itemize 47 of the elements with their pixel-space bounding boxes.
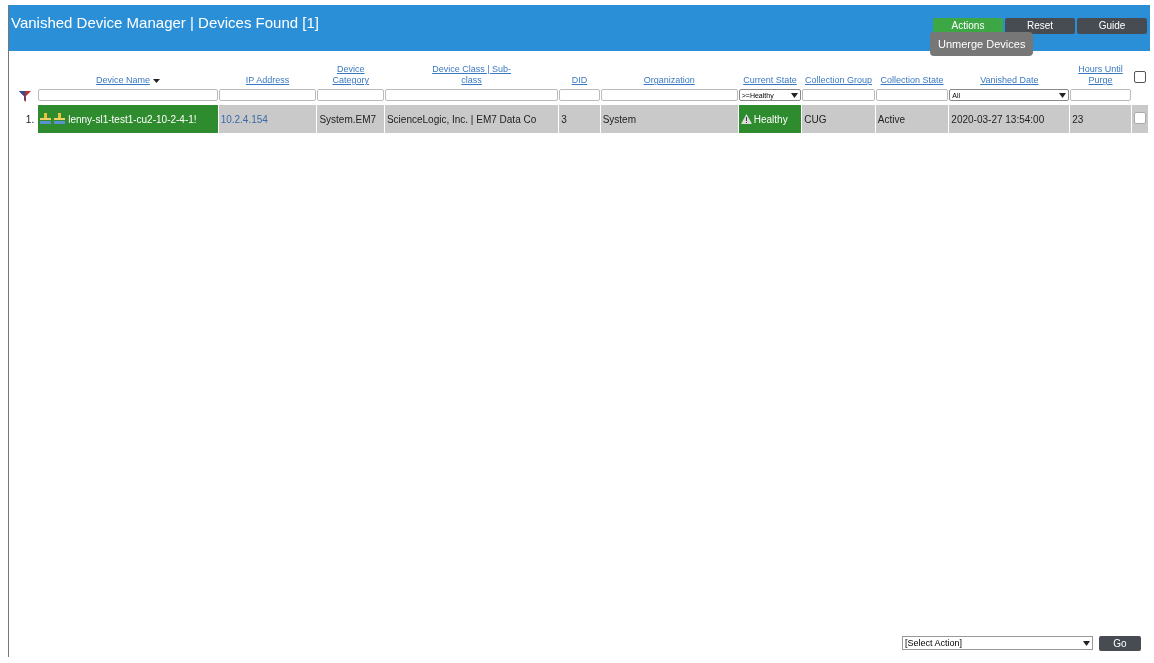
filter-field[interactable] <box>875 89 949 101</box>
column-header-link[interactable]: Organization <box>643 75 695 86</box>
select-all-checkbox[interactable] <box>1133 71 1146 83</box>
column-header-link[interactable]: Vanished Date <box>980 75 1039 86</box>
filter-field[interactable] <box>384 89 559 101</box>
filter-icon[interactable] <box>19 91 31 102</box>
column-header-link[interactable]: Device Name <box>95 75 160 86</box>
window-title: Vanished Device Manager | Devices Found [1] <box>11 14 319 31</box>
table-cell: 3 <box>561 113 567 125</box>
column-header-link[interactable]: Device Class | Sub-class <box>431 64 512 86</box>
network-device-icon <box>54 113 66 125</box>
column-header-link[interactable]: IP Address <box>245 75 290 86</box>
column-header-link[interactable]: Collection Group <box>804 75 872 86</box>
dropdown-arrow-icon <box>1059 92 1067 98</box>
table-cell: CUG <box>804 113 827 125</box>
row-checkbox[interactable] <box>1133 112 1146 124</box>
column-header-link[interactable]: Current State <box>743 75 797 86</box>
menu-item[interactable]: Unmerge Devices <box>938 38 1026 50</box>
column-header-link[interactable]: Hours Until Purge <box>1071 64 1130 86</box>
warning-icon <box>740 114 752 124</box>
dropdown-arrow-icon <box>791 92 799 98</box>
table-cell: System.EM7 <box>319 113 377 125</box>
column-header-link[interactable]: Device Category <box>318 64 383 86</box>
filter-field[interactable] <box>38 89 218 101</box>
action-dropdown[interactable]: [Select Action] <box>902 636 1093 650</box>
table-cell: ScienceLogic, Inc. | EM7 Data Co <box>386 113 537 125</box>
go-button[interactable]: Go <box>1099 636 1141 651</box>
state-label: Healthy <box>753 113 788 125</box>
column-header-link[interactable]: DID <box>571 75 588 86</box>
filter-field[interactable] <box>218 89 317 101</box>
row-number: 1. <box>24 112 36 127</box>
dropdown-arrow-icon <box>1083 640 1090 646</box>
sort-caret-icon <box>152 78 160 83</box>
filter-field[interactable] <box>559 89 600 101</box>
header-button[interactable]: Reset <box>1005 17 1075 34</box>
table-cell: 23 <box>1072 113 1084 125</box>
header-button[interactable]: Guide <box>1077 17 1147 34</box>
column-header-link[interactable]: Collection State <box>880 75 944 86</box>
filter-field[interactable] <box>600 89 738 101</box>
table-cell: System <box>602 113 636 125</box>
table-cell: Active <box>877 113 905 125</box>
filter-field[interactable] <box>317 89 384 101</box>
network-device-icon <box>40 113 52 125</box>
filter-field[interactable] <box>802 89 875 101</box>
header-button[interactable]: Actions <box>933 17 1003 34</box>
table-cell: 2020-03-27 13:54:00 <box>951 113 1045 125</box>
filter-field[interactable] <box>1070 89 1131 101</box>
